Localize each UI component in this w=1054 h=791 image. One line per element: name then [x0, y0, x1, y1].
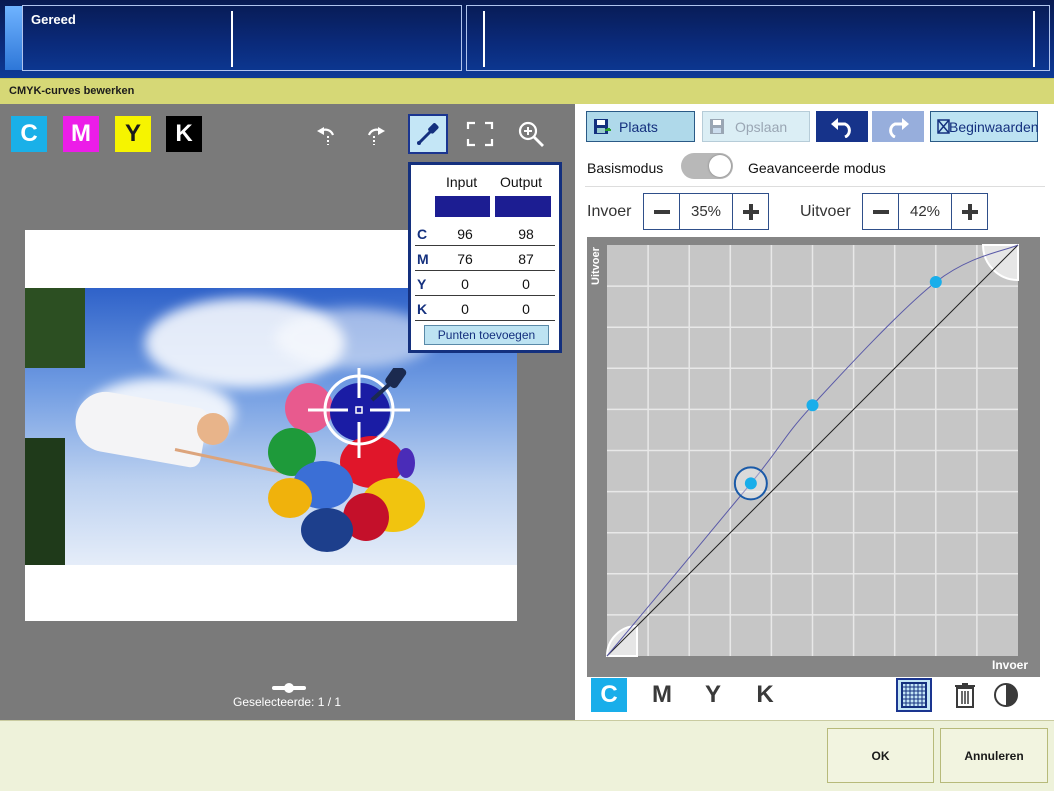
picker-row-input: 96 — [457, 226, 473, 242]
status-divider — [1033, 11, 1035, 67]
input-increase-button[interactable] — [732, 193, 769, 230]
rotate-right-icon[interactable] — [356, 114, 396, 154]
save-disk-icon — [709, 118, 727, 136]
cancel-button[interactable]: Annuleren — [940, 728, 1048, 783]
redo-icon — [889, 117, 909, 138]
color-picker-popup: Input Output C 96 98 M 76 87 Y 0 0 K 0 0… — [408, 162, 562, 353]
trash-icon[interactable] — [950, 680, 980, 710]
divider — [585, 186, 1045, 187]
output-increase-button[interactable] — [951, 193, 988, 230]
picker-row-label: Y — [417, 276, 427, 292]
reset-defaults-label: Beginwaarden — [949, 118, 1039, 135]
grid-icon — [901, 682, 927, 708]
picker-row: C 96 98 — [415, 221, 555, 246]
channel-tab-k[interactable]: K — [747, 678, 783, 712]
picker-row-input: 76 — [457, 251, 473, 267]
curve-graph[interactable]: Uitvoer Invoer — [587, 237, 1040, 677]
picker-row-output: 0 — [522, 301, 530, 317]
picker-row-input: 0 — [461, 301, 469, 317]
status-accent — [5, 6, 23, 70]
picker-row-output: 87 — [518, 251, 534, 267]
photo-balloon — [301, 508, 353, 552]
output-decrease-button[interactable] — [862, 193, 899, 230]
picker-row-label: M — [417, 251, 429, 267]
picker-row-label: K — [417, 301, 428, 317]
y-axis-label: Uitvoer — [590, 247, 602, 285]
redo-button[interactable] — [872, 111, 924, 142]
grid-toggle-button[interactable] — [896, 678, 932, 712]
rotate-left-icon[interactable] — [306, 114, 346, 154]
place-button-label: Plaats — [619, 118, 658, 135]
input-label: Invoer — [587, 203, 632, 220]
preview-channel-m[interactable]: M — [63, 116, 99, 152]
ok-button[interactable]: OK — [827, 728, 934, 783]
preview-channel-c[interactable]: C — [11, 116, 47, 152]
picker-output-swatch — [495, 196, 551, 217]
photo-balloon — [268, 478, 312, 518]
curve-point[interactable] — [744, 477, 757, 490]
undo-button[interactable] — [816, 111, 868, 142]
picker-input-header: Input — [446, 174, 478, 190]
channel-tab-y[interactable]: Y — [695, 678, 731, 712]
photo-tree — [25, 438, 65, 565]
output-value[interactable]: 42% — [899, 193, 951, 230]
photo-girl-head — [197, 413, 229, 445]
mode-toggle[interactable] — [681, 153, 733, 179]
status-panel-right — [466, 5, 1050, 71]
minus-icon — [872, 209, 889, 214]
zoom-in-icon[interactable] — [511, 114, 551, 154]
picker-input-swatch — [435, 196, 490, 217]
advanced-mode-label: Geavanceerde modus — [748, 160, 886, 176]
picker-row: K 0 0 — [415, 296, 555, 321]
status-divider — [483, 11, 485, 67]
curve-point[interactable] — [806, 399, 819, 412]
picker-row-output: 0 — [522, 276, 530, 292]
picker-row: Y 0 0 — [415, 271, 555, 296]
fit-screen-icon[interactable] — [460, 114, 500, 154]
status-text: Gereed — [31, 12, 76, 27]
save-button[interactable]: Opslaan — [702, 111, 810, 142]
picker-row-output: 98 — [518, 226, 534, 242]
dialog-footer: OK Annuleren — [0, 720, 1054, 791]
curve-plot[interactable] — [587, 237, 1040, 677]
plus-icon — [961, 203, 978, 220]
curve-editor-pane: Plaats Opslaan Beginwaarden Basismodus G… — [575, 104, 1054, 720]
save-disk-icon — [593, 118, 611, 136]
place-button[interactable]: Plaats — [586, 111, 695, 142]
selection-label: Geselecteerde: 1 / 1 — [233, 695, 342, 709]
undo-icon — [831, 117, 851, 138]
preview-channel-y[interactable]: Y — [115, 116, 151, 152]
output-label: Uitvoer — [800, 203, 851, 220]
picker-row: M 76 87 — [415, 246, 555, 271]
status-divider — [231, 11, 233, 67]
add-points-button[interactable]: Punten toevoegen — [424, 325, 549, 345]
reset-defaults-button[interactable]: Beginwaarden — [930, 111, 1039, 142]
input-decrease-button[interactable] — [643, 193, 680, 230]
eyedropper-icon[interactable] — [408, 114, 448, 154]
photo-tree — [25, 288, 85, 368]
status-bar: Gereed — [0, 0, 1054, 78]
status-panel-left: Gereed — [22, 5, 462, 71]
channel-tab-m[interactable]: M — [644, 678, 680, 712]
dialog-titlebar: CMYK-curves bewerken — [0, 78, 1054, 104]
save-button-label: Opslaan — [735, 118, 788, 135]
picker-row-label: C — [417, 226, 428, 242]
preview-channel-k[interactable]: K — [166, 116, 202, 152]
picker-row-input: 0 — [461, 276, 469, 292]
selection-slider[interactable] — [272, 683, 306, 693]
plus-icon — [742, 203, 759, 220]
input-value[interactable]: 35% — [680, 193, 732, 230]
curve-point[interactable] — [929, 275, 942, 288]
picker-output-header: Output — [500, 174, 543, 190]
basic-mode-label: Basismodus — [587, 160, 664, 176]
crosshair-icon — [308, 368, 410, 458]
minus-icon — [653, 209, 670, 214]
channel-tab-c[interactable]: C — [591, 678, 627, 712]
dialog-title: CMYK-curves bewerken — [9, 85, 135, 97]
contrast-icon[interactable] — [991, 680, 1021, 710]
x-axis-label: Invoer — [991, 658, 1028, 672]
